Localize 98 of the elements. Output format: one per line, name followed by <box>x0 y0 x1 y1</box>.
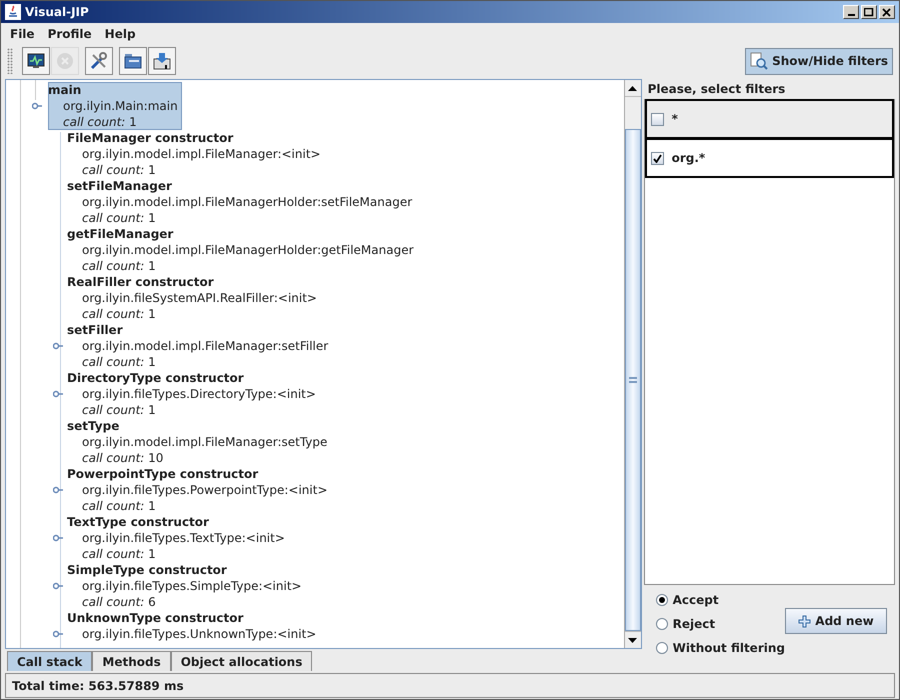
node-title: UnknownType constructor <box>67 610 244 626</box>
node-method: org.ilyin.model.impl.FileManager:setType <box>81 434 328 450</box>
close-button[interactable] <box>879 5 895 19</box>
plus-icon <box>798 614 812 628</box>
node-handle-icon[interactable] <box>53 390 63 398</box>
menu-item[interactable]: Help <box>104 25 136 43</box>
close-icon <box>882 8 892 16</box>
radio-label: Without filtering <box>672 640 785 657</box>
tree-node[interactable]: setType org.ilyin.model.impl.FileManager:setType call count: 10 <box>67 418 332 466</box>
node-method: org.ilyin.fileSystemAPI.RealFiller:<init> <box>81 290 317 306</box>
radio-option[interactable]: Reject <box>656 615 785 633</box>
toolbar-button[interactable] <box>119 47 147 75</box>
node-title: PowerpointType constructor <box>67 466 260 482</box>
node-handle-icon[interactable] <box>53 486 63 494</box>
status-bar: Total time: 563.57889 ms <box>5 673 895 698</box>
radio-button[interactable] <box>656 618 668 630</box>
node-handle-icon[interactable] <box>32 102 42 110</box>
node-call-count: call count: 1 <box>62 114 138 130</box>
node-call-count: call count: 1 <box>81 354 157 370</box>
tree-node[interactable]: UnknownType constructor org.ilyin.fileTypes.UnknownType:<init> <box>67 610 320 642</box>
node-title: FileManager constructor <box>67 130 234 146</box>
scroll-thumb[interactable] <box>624 129 641 631</box>
node-title: DirectoryType constructor <box>67 370 245 386</box>
add-new-button[interactable]: Add new <box>785 608 887 634</box>
node-handle-icon[interactable] <box>53 342 63 350</box>
filter-row[interactable]: org.* <box>644 138 894 178</box>
show-hide-filters-button[interactable]: Show/Hide filters <box>745 48 893 74</box>
node-title: RealFiller constructor <box>67 274 215 290</box>
filter-pattern: * <box>672 111 678 128</box>
minimize-icon <box>848 14 854 16</box>
search-icon <box>750 52 768 70</box>
node-call-count: call count: 1 <box>81 498 157 514</box>
scrollbar[interactable] <box>624 80 641 648</box>
node-title: getFileManager <box>67 226 174 242</box>
tree-node[interactable]: PowerpointType constructor org.ilyin.fileTypes.PowerpointType:<init> call count: 1 <box>67 466 332 514</box>
node-call-count: call count: 6 <box>81 594 157 610</box>
tree-node[interactable]: TextType constructor org.ilyin.fileTypes.TextType:<init> call count: 1 <box>67 514 289 562</box>
radio-option[interactable]: Accept <box>656 591 785 609</box>
tree-node[interactable]: SimpleType constructor org.ilyin.fileTypes.SimpleType:<init> call count: 6 <box>67 562 306 610</box>
tab[interactable]: Methods <box>92 651 171 671</box>
filter-pattern: org.* <box>672 150 706 167</box>
node-handle-icon[interactable] <box>53 534 63 542</box>
save-icon <box>152 51 172 71</box>
node-call-count: call count: 1 <box>81 306 157 322</box>
filters-heading: Please, select filters <box>646 81 786 98</box>
maximize-icon <box>864 8 874 16</box>
filter-row[interactable]: * <box>644 99 894 139</box>
node-call-count: call count: 10 <box>81 450 164 466</box>
node-title: setFiller <box>67 322 124 338</box>
node-call-count: call count: 1 <box>81 210 157 226</box>
node-call-count: call count: 1 <box>81 402 157 418</box>
node-method: org.ilyin.model.impl.FileManager:setFiller <box>81 338 328 354</box>
node-method: org.ilyin.model.impl.FileManager:<init> <box>81 146 321 162</box>
node-method: org.ilyin.fileTypes.TextType:<init> <box>81 530 285 546</box>
node-method: org.ilyin.model.impl.FileManagerHolder:getFileManager <box>81 242 414 258</box>
node-title: setFileManager <box>67 178 173 194</box>
radio-label: Accept <box>672 592 719 609</box>
monitor-icon <box>27 53 45 69</box>
node-method: org.ilyin.model.impl.FileManagerHolder:setFileManager <box>81 194 412 210</box>
toolbar-button[interactable] <box>85 47 113 75</box>
radio-option[interactable]: Without filtering <box>656 639 785 657</box>
tree-node[interactable]: setFiller org.ilyin.model.impl.FileManager:setFiller call count: 1 <box>67 322 332 370</box>
menu-item[interactable]: Profile <box>48 25 92 43</box>
checkbox[interactable] <box>650 112 664 126</box>
toolbar-button[interactable] <box>148 47 176 75</box>
node-handle-icon[interactable] <box>53 582 63 590</box>
scroll-up-icon[interactable] <box>628 86 638 90</box>
toolbar-grip <box>7 48 13 74</box>
radio-button[interactable] <box>656 594 668 606</box>
menu-item[interactable]: File <box>10 25 35 43</box>
window-title: Visual-JIP <box>25 4 89 21</box>
tools-icon <box>89 51 109 71</box>
folder-icon <box>123 52 143 70</box>
radio-button[interactable] <box>656 642 668 654</box>
tab[interactable]: Object allocations <box>170 651 312 671</box>
checkbox[interactable] <box>650 152 664 164</box>
node-method: org.ilyin.fileTypes.SimpleType:<init> <box>81 578 302 594</box>
tab[interactable]: Call stack <box>7 651 92 671</box>
node-title: main <box>48 82 82 98</box>
node-title: TextType constructor <box>67 514 210 530</box>
node-handle-icon[interactable] <box>53 630 63 638</box>
scroll-down-icon[interactable] <box>628 638 638 642</box>
node-call-count: call count: 1 <box>81 162 157 178</box>
toolbar-button[interactable] <box>22 47 50 75</box>
node-method: org.ilyin.fileTypes.PowerpointType:<init> <box>81 482 328 498</box>
tree-node[interactable]: getFileManager org.ilyin.model.impl.FileManagerHolder:getFileManager call count: 1 <box>67 226 418 274</box>
node-call-count: call count: 1 <box>81 258 157 274</box>
radio-label: Reject <box>672 616 716 633</box>
node-title: SimpleType constructor <box>67 562 228 578</box>
node-title: setType <box>67 418 120 434</box>
node-call-count: call count: 1 <box>81 546 157 562</box>
node-method: org.ilyin.Main:main <box>62 98 178 114</box>
maximize-button[interactable] <box>861 5 877 19</box>
node-method: org.ilyin.fileTypes.UnknownType:<init> <box>81 626 316 642</box>
app-icon <box>5 4 21 20</box>
minimize-button[interactable] <box>843 5 859 19</box>
tree-node[interactable]: main org.ilyin.Main:main call count: 1 <box>48 82 182 130</box>
node-method: org.ilyin.fileTypes.DirectoryType:<init> <box>81 386 316 402</box>
